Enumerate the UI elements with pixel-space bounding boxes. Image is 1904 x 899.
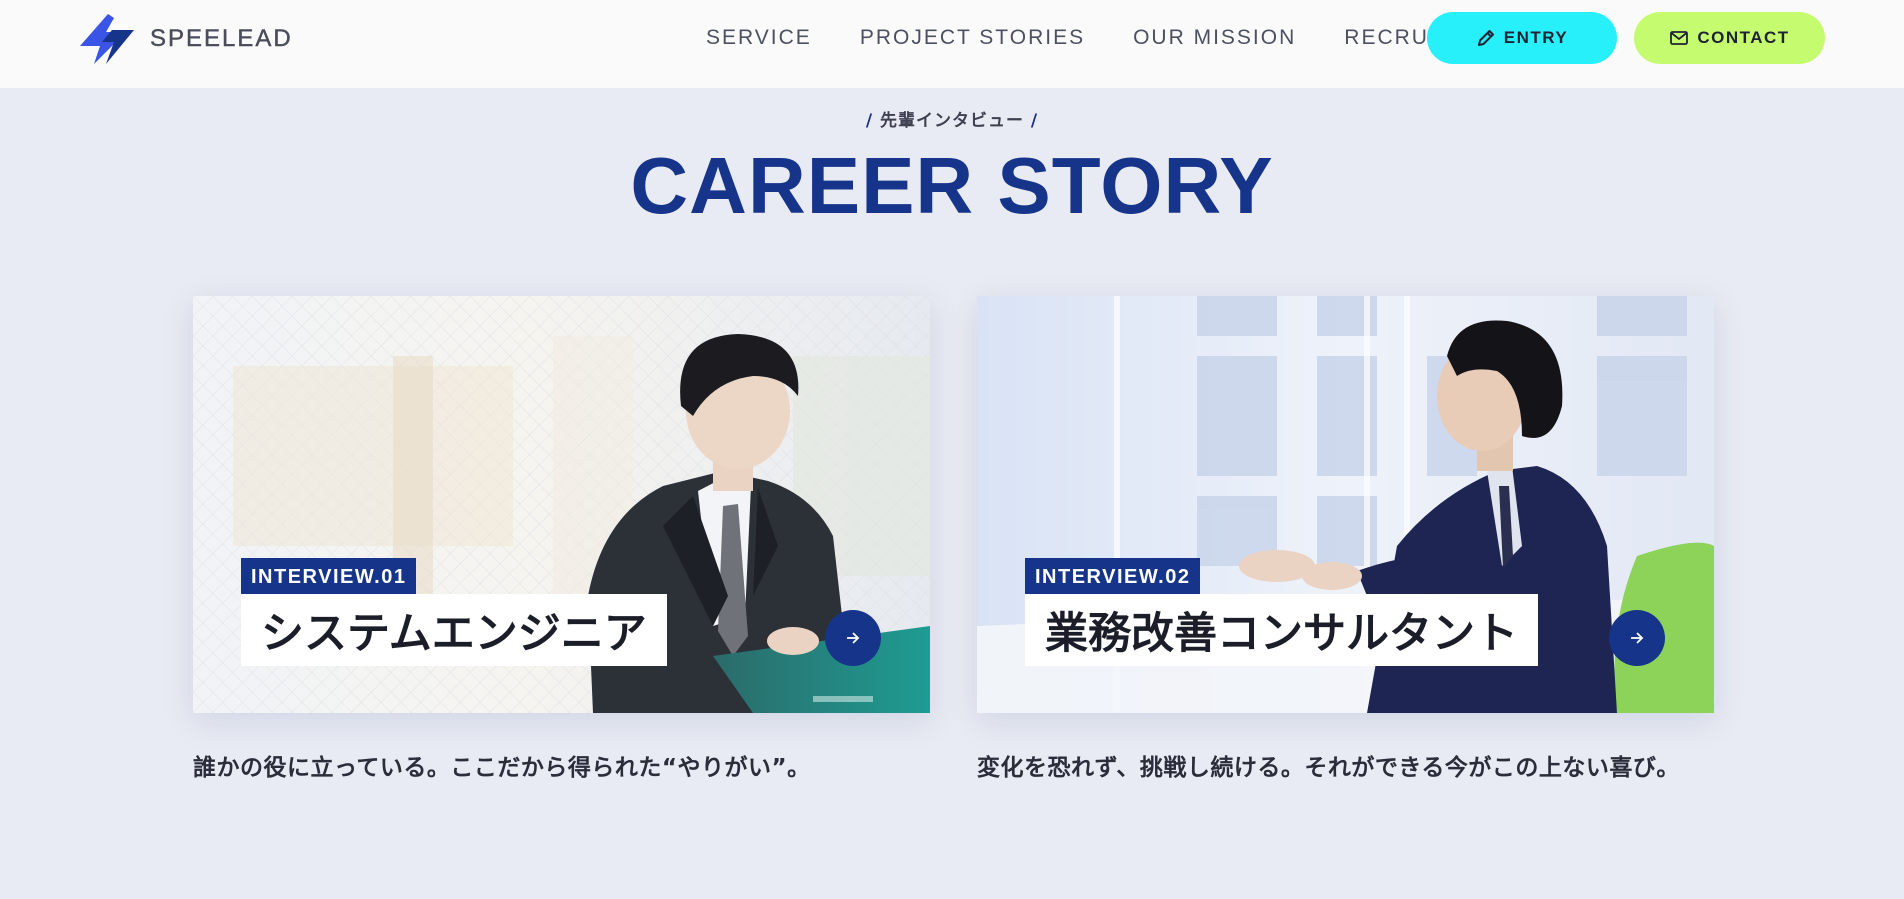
interview-title-02: 業務改善コンサルタント	[1025, 594, 1538, 666]
nav-item-project-stories[interactable]: PROJECT STORIES	[860, 26, 1085, 50]
interview-arrow-button-01[interactable]	[825, 610, 881, 666]
nav-item-our-mission[interactable]: OUR MISSION	[1133, 26, 1296, 50]
interview-title-01: システムエンジニア	[241, 594, 667, 666]
interview-card-02[interactable]: INTERVIEW.02 業務改善コンサルタント	[977, 296, 1714, 713]
mail-icon	[1670, 31, 1689, 45]
main-nav: SERVICE PROJECT STORIES OUR MISSION RECR…	[706, 0, 1452, 76]
site-header: SPEELEAD SERVICE PROJECT STORIES OUR MIS…	[0, 0, 1904, 88]
nav-item-service[interactable]: SERVICE	[706, 26, 812, 50]
eyebrow-slash-right: /	[1030, 111, 1039, 131]
logo[interactable]: SPEELEAD	[78, 12, 293, 66]
interview-arrow-button-02[interactable]	[1609, 610, 1665, 666]
logo-mark-icon	[80, 14, 134, 64]
eyebrow-text: 先輩インタビュー	[880, 111, 1024, 131]
eyebrow-slash-left: /	[865, 111, 874, 131]
interview-caption-02: 変化を恐れず、挑戦し続ける。それができる今がこの上ない喜び。	[977, 755, 1680, 781]
interview-card-01[interactable]: INTERVIEW.01 システムエンジニア	[193, 296, 930, 713]
section-title: CAREER STORY	[630, 141, 1274, 230]
section-eyebrow: / 先輩インタビュー /	[0, 106, 1904, 131]
interview-badge-02: INTERVIEW.02	[1025, 558, 1201, 596]
contact-button-label: CONTACT	[1697, 28, 1790, 47]
interview-badge-01: INTERVIEW.01	[241, 558, 417, 596]
entry-button-label: ENTRY	[1503, 28, 1569, 47]
interview-caption-01: 誰かの役に立っている。ここだから得られた“やりがい”。	[193, 755, 811, 781]
logo-text: SPEELEAD	[150, 25, 293, 52]
pencil-icon	[1477, 30, 1494, 46]
arrow-right-icon	[847, 632, 860, 644]
entry-button[interactable]: ENTRY	[1427, 12, 1617, 64]
arrow-right-icon	[1631, 632, 1644, 644]
contact-button[interactable]: CONTACT	[1634, 12, 1825, 64]
